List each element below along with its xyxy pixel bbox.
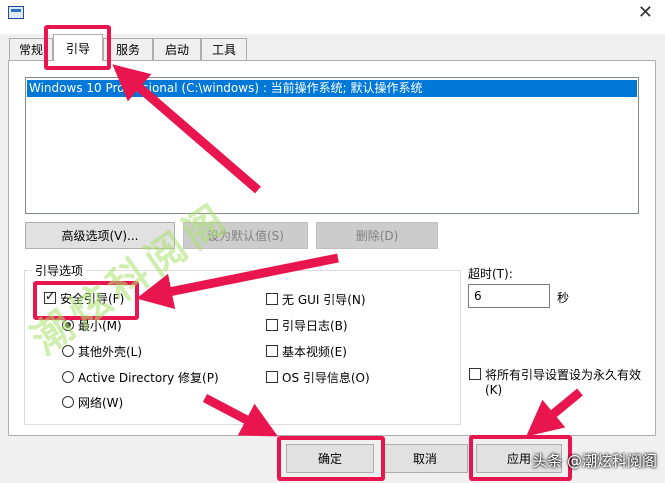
arrow-to-ok <box>202 394 278 437</box>
arrow-to-apply <box>526 388 583 437</box>
annotation-arrows <box>112 64 583 437</box>
arrow-to-boot-tab <box>112 64 261 194</box>
tab-boot[interactable]: 引导 <box>53 34 103 61</box>
bottom-watermark: 头条 @潮炫科阅阁 <box>532 452 657 470</box>
